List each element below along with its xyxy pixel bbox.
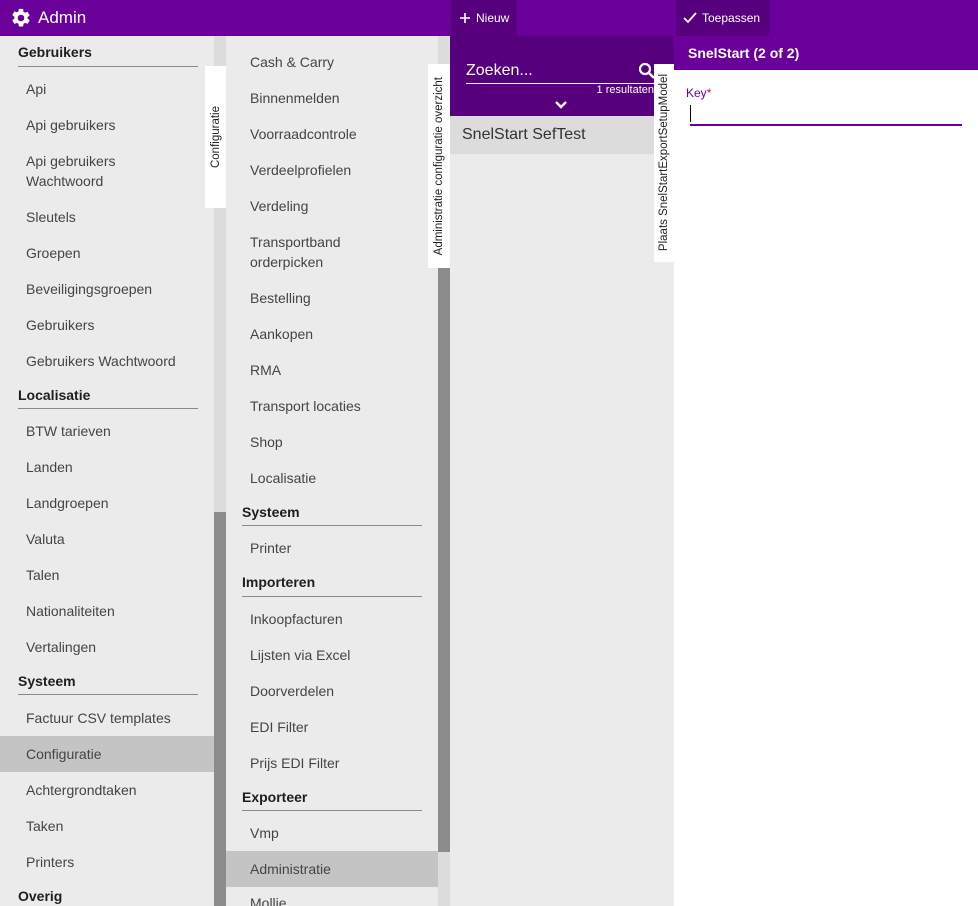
section-header-overig: Overig (18, 888, 63, 904)
search-area: Zoeken... 1 resultaten (450, 36, 674, 116)
result-list-panel: Zoeken... 1 resultaten SnelStart SefTest (450, 36, 674, 906)
config-item-shop[interactable]: Shop (250, 432, 283, 452)
config-header-systeem: Systeem (242, 504, 300, 520)
required-mark: * (706, 86, 712, 100)
section-header-gebruikers: Gebruikers (18, 44, 92, 60)
tab-administratie-configuratie-overzicht[interactable]: Administratie configuratie overzicht (428, 64, 450, 268)
sidebar-item-landgroepen[interactable]: Landgroepen (26, 493, 109, 513)
top-bar: Admin Nieuw Toepassen (0, 0, 978, 36)
divider (18, 408, 198, 409)
list-item[interactable]: SnelStart SefTest (450, 116, 674, 154)
text-cursor (690, 105, 691, 122)
app-brand[interactable]: Admin (10, 0, 86, 36)
check-icon (683, 12, 697, 24)
sidebar-item-api-gebruikers[interactable]: Api gebruikers (26, 115, 116, 135)
section-header-localisatie: Localisatie (18, 387, 91, 403)
sidebar-item-factuur-csv-templates[interactable]: Factuur CSV templates (26, 708, 171, 728)
tab-configuratie-label: Configuratie (209, 105, 222, 168)
sidebar-item-talen[interactable]: Talen (26, 565, 59, 585)
sidebar-item-landen[interactable]: Landen (26, 457, 73, 477)
app-title: Admin (38, 8, 87, 27)
section-header-systeem: Systeem (18, 673, 76, 689)
divider (242, 525, 422, 526)
tab-plaats-snelstart-export-setup-model-label: Plaats SnelStartExportSetupModel (658, 74, 670, 252)
divider (18, 694, 198, 695)
config-item-edi-filter[interactable]: EDI Filter (250, 717, 308, 737)
apply-button-label: Toepassen (702, 11, 761, 25)
config-item-aankopen[interactable]: Aankopen (250, 324, 313, 344)
config-item-bestelling[interactable]: Bestelling (250, 288, 311, 308)
config-item-administratie[interactable]: Administratie (250, 859, 331, 879)
config-menu-scrollbar-thumb[interactable] (438, 260, 450, 852)
key-field-label: Key* (686, 86, 711, 100)
config-header-importeren: Importeren (242, 574, 316, 590)
search-input[interactable]: Zoeken... (466, 62, 533, 80)
config-menu: Cash & Carry Binnenmelden Voorraadcontro… (226, 36, 438, 906)
config-item-mollie[interactable]: Mollie (250, 893, 287, 906)
sidebar-item-gebruikers[interactable]: Gebruikers (26, 315, 94, 335)
config-item-verdeling[interactable]: Verdeling (250, 196, 308, 216)
sidebar-item-api-gebruikers-wachtwoord[interactable]: Api gebruikers Wachtwoord (26, 151, 116, 191)
main-sidebar: Gebruikers Api Api gebruikers Api gebrui… (0, 36, 214, 906)
config-item-prijs-edi-filter[interactable]: Prijs EDI Filter (250, 753, 339, 773)
key-label-text: Key (686, 86, 707, 100)
config-item-transport-locaties[interactable]: Transport locaties (250, 396, 361, 416)
config-item-rma[interactable]: RMA (250, 360, 281, 380)
config-item-vmp[interactable]: Vmp (250, 823, 279, 843)
config-item-inkoopfacturen[interactable]: Inkoopfacturen (250, 609, 343, 629)
config-item-cash-carry[interactable]: Cash & Carry (250, 52, 334, 72)
sidebar-item-achtergrondtaken[interactable]: Achtergrondtaken (26, 780, 137, 800)
config-item-printer[interactable]: Printer (250, 538, 291, 558)
tab-administratie-configuratie-overzicht-label: Administratie configuratie overzicht (433, 76, 445, 256)
sidebar-item-groepen[interactable]: Groepen (26, 243, 80, 263)
sidebar-item-api[interactable]: Api (26, 79, 46, 99)
divider (242, 810, 422, 811)
sidebar-item-gebruikers-wachtwoord[interactable]: Gebruikers Wachtwoord (26, 351, 176, 371)
divider (242, 596, 422, 597)
config-item-transportband-orderpicken[interactable]: Transportband orderpicken (250, 232, 341, 272)
config-item-localisatie[interactable]: Localisatie (250, 468, 316, 488)
sidebar-item-printers[interactable]: Printers (26, 852, 74, 872)
config-header-exporteer: Exporteer (242, 789, 308, 805)
detail-header: SnelStart (2 of 2) (674, 36, 978, 70)
sidebar-scrollbar-thumb[interactable] (214, 512, 226, 906)
config-item-lijsten-via-excel[interactable]: Lijsten via Excel (250, 645, 350, 665)
tab-plaats-snelstart-export-setup-model[interactable]: Plaats SnelStartExportSetupModel (654, 64, 674, 262)
sidebar-item-taken[interactable]: Taken (26, 816, 63, 836)
sidebar-item-vertalingen[interactable]: Vertalingen (26, 637, 96, 657)
config-item-binnenmelden[interactable]: Binnenmelden (250, 88, 340, 108)
config-item-doorverdelen[interactable]: Doorverdelen (250, 681, 334, 701)
sidebar-item-nationaliteiten[interactable]: Nationaliteiten (26, 601, 115, 621)
new-button[interactable]: Nieuw (451, 0, 517, 36)
new-button-label: Nieuw (476, 11, 510, 25)
detail-title: SnelStart (2 of 2) (688, 45, 800, 61)
sidebar-item-configuratie[interactable]: Configuratie (26, 744, 102, 764)
gear-icon (12, 8, 30, 27)
key-field[interactable] (690, 104, 962, 126)
tab-configuratie[interactable]: Configuratie (205, 66, 226, 208)
chevron-down-icon[interactable] (554, 100, 568, 110)
sidebar-item-beveiligingsgroepen[interactable]: Beveiligingsgroepen (26, 279, 152, 299)
sidebar-item-sleutels[interactable]: Sleutels (26, 207, 76, 227)
result-count: 1 resultaten (596, 84, 654, 96)
sidebar-item-btw-tarieven[interactable]: BTW tarieven (26, 421, 111, 441)
plus-icon (460, 13, 470, 23)
divider (18, 66, 198, 67)
apply-button[interactable]: Toepassen (676, 0, 770, 36)
config-item-verdeelprofielen[interactable]: Verdeelprofielen (250, 160, 351, 180)
config-item-voorraadcontrole[interactable]: Voorraadcontrole (250, 124, 357, 144)
sidebar-item-valuta[interactable]: Valuta (26, 529, 65, 549)
